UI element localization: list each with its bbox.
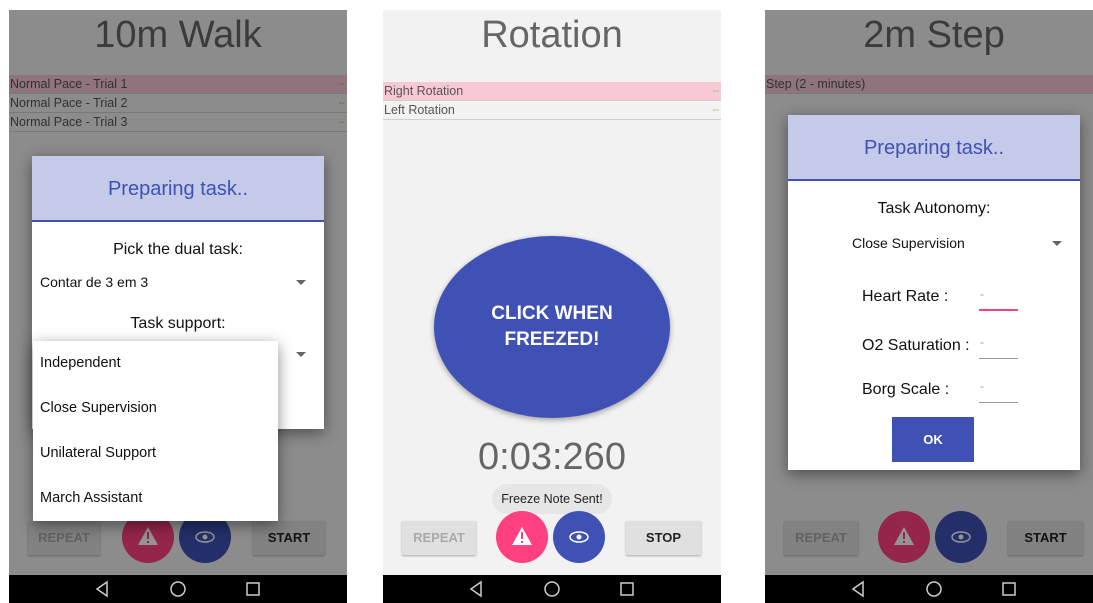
dual-task-select[interactable]: Contar de 3 em 3 <box>40 274 316 296</box>
chevron-down-icon <box>1052 241 1062 246</box>
android-nav-bar <box>9 575 347 603</box>
chevron-down-icon <box>296 280 306 285</box>
trial-label: Left Rotation <box>384 103 455 117</box>
task-autonomy-select[interactable]: Close Supervision <box>852 235 1072 257</box>
recents-icon[interactable] <box>617 579 637 599</box>
warning-icon <box>512 527 532 545</box>
task-support-dropdown: Independent Close Supervision Unilateral… <box>33 341 278 521</box>
recents-icon[interactable] <box>999 579 1019 599</box>
freeze-button-line2: FREEZED! <box>504 329 600 350</box>
task-autonomy-label: Task Autonomy: <box>877 200 991 217</box>
heart-rate-label: Heart Rate : <box>862 288 949 305</box>
android-nav-bar <box>383 575 721 603</box>
home-icon[interactable] <box>542 579 562 599</box>
ok-button[interactable]: OK <box>892 417 974 462</box>
option-close-supervision[interactable]: Close Supervision <box>33 386 278 431</box>
task-support-label: Task support: <box>130 315 226 332</box>
option-unilateral-support[interactable]: Unilateral Support <box>33 431 278 476</box>
chevron-down-icon <box>296 352 306 357</box>
elapsed-timer: 0:03:260 <box>478 436 626 478</box>
recents-icon[interactable] <box>243 579 263 599</box>
borg-scale-label: Borg Scale : <box>862 381 950 398</box>
trial-row[interactable]: Right Rotation -- <box>383 82 721 101</box>
alert-button[interactable] <box>496 511 548 563</box>
trial-label: Right Rotation <box>384 84 464 98</box>
trial-status: -- <box>712 105 719 116</box>
android-nav-bar <box>765 575 1093 603</box>
screen-2m-step: 2m Step Step (2 - minutes) REPEAT START … <box>765 10 1093 603</box>
task-autonomy-value: Close Supervision <box>852 235 965 251</box>
freeze-button[interactable]: CLICK WHEN FREEZED! <box>434 236 670 418</box>
freeze-button-line1: CLICK WHEN <box>491 303 613 324</box>
screen-10m-walk: 10m Walk Normal Pace - Trial 1 -- Normal… <box>9 10 347 603</box>
back-icon[interactable] <box>467 579 487 599</box>
page-title: Rotation <box>481 14 623 56</box>
o2-saturation-label: O2 Saturation : <box>862 337 970 354</box>
trial-status: -- <box>712 86 719 97</box>
toast-message: Freeze Note Sent! <box>492 484 612 514</box>
borg-scale-input[interactable]: - <box>979 379 1018 403</box>
dialog-title: Preparing task.. <box>32 156 324 222</box>
heart-rate-input[interactable]: - <box>979 287 1018 311</box>
dual-task-label: Pick the dual task: <box>113 241 243 258</box>
eye-icon <box>569 531 589 543</box>
dialog-title: Preparing task.. <box>788 115 1080 181</box>
option-independent[interactable]: Independent <box>33 341 278 386</box>
home-icon[interactable] <box>924 579 944 599</box>
view-button[interactable] <box>553 511 605 563</box>
screen-rotation: Rotation Right Rotation -- Left Rotation… <box>383 10 721 603</box>
repeat-button[interactable]: REPEAT <box>402 521 476 555</box>
option-march-assistant[interactable]: March Assistant <box>33 476 278 521</box>
home-icon[interactable] <box>168 579 188 599</box>
preparing-dialog: Preparing task.. Task Autonomy: Close Su… <box>788 115 1080 470</box>
o2-saturation-input[interactable]: - <box>979 335 1018 359</box>
back-icon[interactable] <box>93 579 113 599</box>
back-icon[interactable] <box>849 579 869 599</box>
trial-row[interactable]: Left Rotation -- <box>383 101 721 120</box>
stop-button[interactable]: STOP <box>626 521 701 555</box>
dual-task-value: Contar de 3 em 3 <box>40 274 149 290</box>
